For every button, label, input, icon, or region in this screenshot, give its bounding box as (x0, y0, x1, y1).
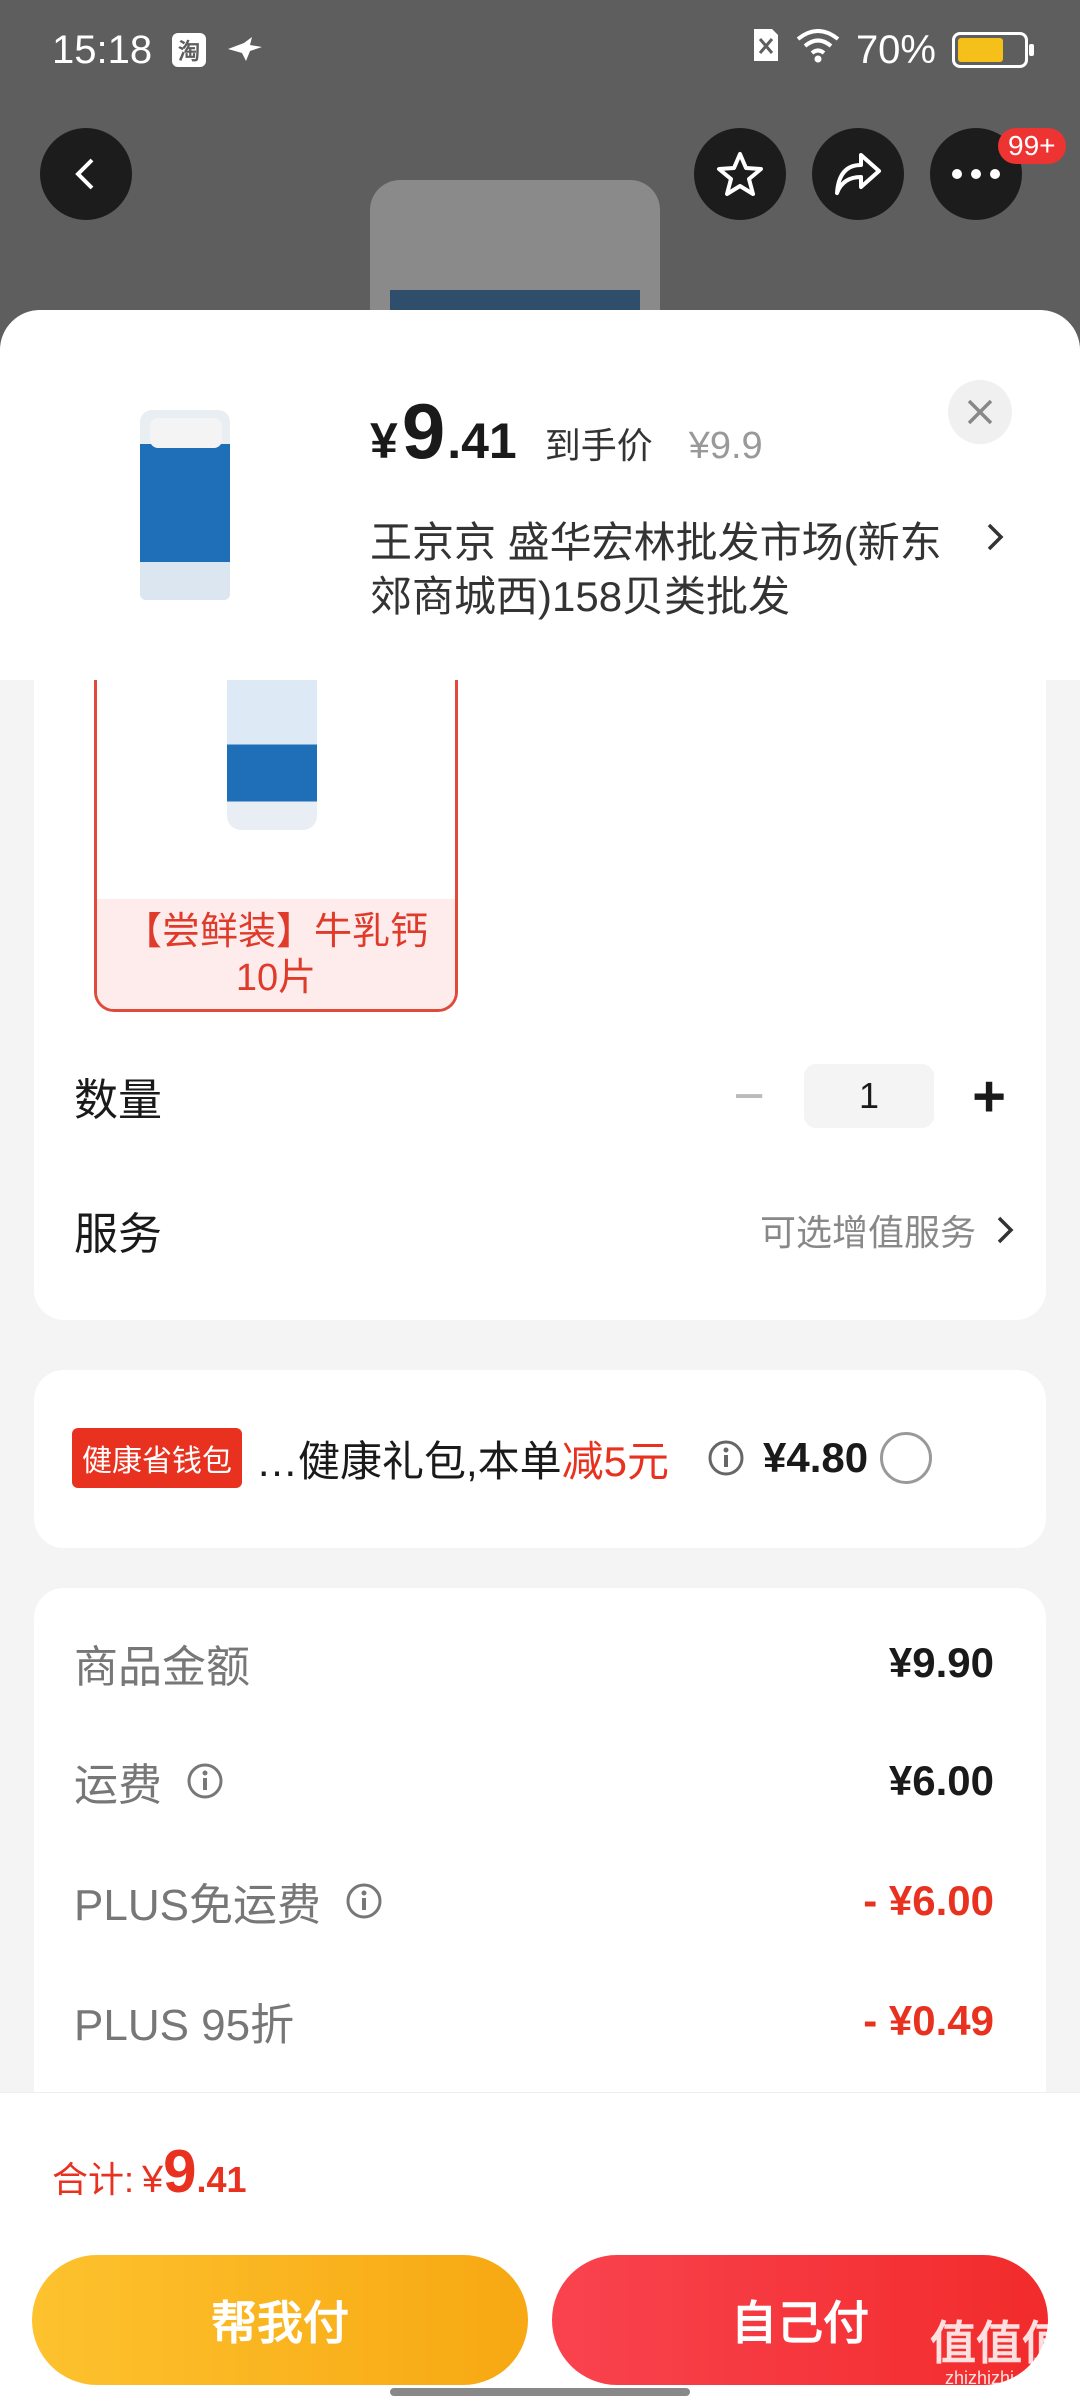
wifi-icon (796, 28, 840, 73)
more-dots-icon (952, 169, 1000, 179)
promo-tag: 健康省钱包 (72, 1428, 242, 1488)
price-decimal: .41 (447, 413, 517, 469)
promo-card: 健康省钱包 …健康礼包,本单 减5元 ¥4.80 (34, 1370, 1046, 1548)
chevron-right-icon (997, 1216, 1014, 1244)
status-time: 15:18 (52, 27, 153, 72)
purchase-sheet: 【尝鲜装】牛乳钙10片 数量 − 1 + 服务 可选增值服务 ¥ 9 .41 到… (0, 310, 1080, 2400)
info-icon[interactable] (345, 1882, 383, 1920)
sheet-header: ¥ 9 .41 到手价 ¥9.9 王京京 盛华宏林批发市场(新东郊商城西)158… (0, 310, 1080, 680)
summary-value: ¥9.90 (888, 1639, 994, 1686)
shop-chevron-icon (987, 523, 1004, 551)
summary-label: 商品金额 (74, 1643, 250, 1692)
summary-value: ¥6.00 (888, 1757, 994, 1804)
summary-label: 运费 (74, 1761, 162, 1810)
order-total: 合计: ¥ 9 .41 (52, 2137, 247, 2206)
summary-row-plus-discount: PLUS 95折 - ¥0.49 (74, 1986, 994, 2056)
summary-row-shipping: 运费 ¥6.00 (74, 1746, 994, 1816)
total-integer: 9 (163, 2138, 197, 2205)
summary-label: PLUS 95折 (74, 2001, 295, 2050)
total-decimal: .41 (196, 2159, 247, 2200)
total-symbol: ¥ (142, 2159, 164, 2201)
status-bar: 15:18 淘 70% (0, 0, 1080, 100)
close-sheet-button[interactable] (948, 380, 1012, 444)
service-value: 可选增值服务 (760, 1204, 1014, 1256)
summary-row-item-amount: 商品金额 ¥9.90 (74, 1628, 994, 1698)
shop-name[interactable]: 王京京 盛华宏林批发市场(新东郊商城西)158贝类批发 (370, 516, 970, 624)
quantity-input[interactable]: 1 (804, 1064, 934, 1128)
battery-icon (952, 32, 1034, 68)
star-icon (717, 152, 763, 196)
price-symbol: ¥ (370, 413, 398, 469)
promo-amount: ¥4.80 (763, 1434, 869, 1481)
original-price: ¥9.9 (688, 425, 763, 467)
quantity-label: 数量 (74, 1076, 162, 1125)
promo-radio[interactable] (880, 1432, 933, 1484)
back-arrow-icon (75, 158, 94, 190)
product-thumbnail-cap (150, 418, 222, 448)
promo-row[interactable]: 健康省钱包 …健康礼包,本单 减5元 ¥4.80 (72, 1428, 1022, 1488)
checkout-bar: 合计: ¥ 9 .41 帮我付 自己付 (0, 2092, 1080, 2400)
back-button[interactable] (40, 128, 132, 220)
service-value-text: 可选增值服务 (759, 1212, 976, 1253)
variant-option-selected[interactable]: 【尝鲜装】牛乳钙10片 (94, 640, 458, 1012)
favorite-button[interactable] (694, 128, 786, 220)
promo-text: …健康礼包,本单 (256, 1437, 562, 1485)
taobao-notification-icon: 淘 (172, 33, 207, 67)
product-image-background (370, 180, 660, 330)
sim-off-icon (752, 27, 780, 73)
close-icon (967, 399, 993, 425)
watermark: 值值值 zhizhizhi.com (930, 2318, 1068, 2388)
price-label: 到手价 (544, 425, 653, 466)
share-button[interactable] (812, 128, 904, 220)
summary-value: - ¥0.49 (863, 1997, 994, 2044)
quantity-row: 数量 − 1 + (74, 1056, 1014, 1136)
service-label: 服务 (74, 1210, 162, 1259)
watermark-main: 值值值 (930, 2317, 1068, 2369)
options-card: 【尝鲜装】牛乳钙10片 数量 − 1 + 服务 可选增值服务 (34, 640, 1046, 1320)
quantity-decrease-button[interactable]: − (724, 1066, 774, 1126)
summary-label: PLUS免运费 (74, 1881, 321, 1930)
variant-label: 【尝鲜装】牛乳钙10片 (97, 899, 455, 1009)
summary-value: - ¥6.00 (863, 1877, 994, 1924)
watermark-sub: zhizhizhi.com (944, 2368, 1054, 2388)
share-icon (835, 153, 881, 195)
info-icon[interactable] (186, 1762, 224, 1800)
bird-notification-icon (226, 28, 264, 73)
help-me-pay-button[interactable]: 帮我付 (32, 2255, 528, 2385)
total-label: 合计: (52, 2159, 135, 2200)
price-row: ¥ 9 .41 到手价 ¥9.9 (370, 386, 763, 477)
quantity-increase-button[interactable]: + (964, 1064, 1014, 1129)
message-count-badge: 99+ (998, 128, 1066, 164)
summary-row-plus-free-shipping: PLUS免运费 - ¥6.00 (74, 1866, 994, 1936)
price-integer: 9 (401, 387, 446, 475)
info-icon[interactable] (707, 1439, 745, 1477)
promo-highlight: 减5元 (561, 1437, 670, 1485)
quantity-stepper: − 1 + (724, 1064, 1014, 1129)
service-row[interactable]: 服务 可选增值服务 (74, 1190, 1014, 1270)
home-indicator[interactable] (390, 2388, 690, 2396)
battery-percent: 70% (855, 27, 936, 72)
